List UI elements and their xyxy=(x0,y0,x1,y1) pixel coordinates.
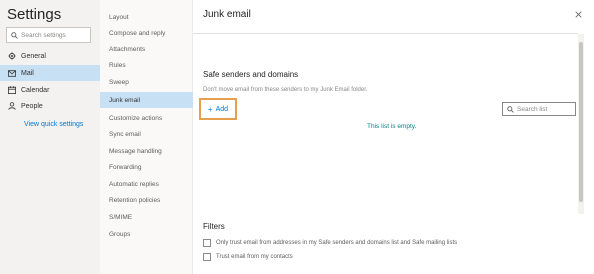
submenu-item-layout[interactable]: Layout xyxy=(100,9,193,25)
calendar-icon xyxy=(8,86,16,94)
search-list-box[interactable] xyxy=(502,102,576,116)
submenu-item-automatic-replies[interactable]: Automatic replies xyxy=(100,176,193,192)
search-icon xyxy=(507,105,514,113)
nav-item-people[interactable]: People xyxy=(0,98,100,114)
gear-icon xyxy=(8,52,16,60)
filter-option-label: Only trust email from addresses in my Sa… xyxy=(216,240,458,246)
mail-settings-submenu: Layout Compose and reply Attachments Rul… xyxy=(100,0,193,274)
submenu-item-message-handling[interactable]: Message handling xyxy=(100,143,193,159)
pane-scrollbar[interactable] xyxy=(578,34,584,214)
checkbox[interactable] xyxy=(203,239,211,247)
plus-icon: + xyxy=(207,104,213,114)
submenu-item-sweep[interactable]: Sweep xyxy=(100,74,193,90)
header-divider xyxy=(193,33,578,34)
add-button-label: Add xyxy=(215,105,229,113)
scrollbar-thumb[interactable] xyxy=(579,42,583,202)
filters-title: Filters xyxy=(203,222,225,231)
nav-item-label: People xyxy=(21,102,43,110)
filter-option-trust-contacts[interactable]: Trust email from my contacts xyxy=(203,251,583,263)
submenu-item-groups[interactable]: Groups xyxy=(100,226,193,242)
filter-option-trust-safe-lists[interactable]: Only trust email from addresses in my Sa… xyxy=(203,237,583,249)
settings-nav-pane: Settings General Mail xyxy=(0,0,100,274)
submenu-item-rules[interactable]: Rules xyxy=(100,57,193,73)
junk-email-settings-pane: Junk email Safe senders and domains Don'… xyxy=(193,0,594,274)
nav-item-label: General xyxy=(21,52,46,60)
nav-item-calendar[interactable]: Calendar xyxy=(0,82,100,98)
submenu-item-customize-actions[interactable]: Customize actions xyxy=(100,110,193,126)
checkbox[interactable] xyxy=(203,253,211,261)
mail-icon xyxy=(8,69,16,77)
search-list-input[interactable] xyxy=(517,105,575,113)
nav-item-mail[interactable]: Mail xyxy=(0,65,100,81)
submenu-item-retention-policies[interactable]: Retention policies xyxy=(100,192,193,208)
people-icon xyxy=(8,102,16,110)
settings-title: Settings xyxy=(7,6,62,23)
settings-search-input[interactable] xyxy=(21,31,89,39)
page-title: Junk email xyxy=(203,9,251,20)
view-quick-settings-link[interactable]: View quick settings xyxy=(24,121,83,128)
submenu-item-junk-email[interactable]: Junk email xyxy=(100,92,193,108)
close-button[interactable] xyxy=(572,8,584,20)
nav-item-label: Mail xyxy=(21,69,34,77)
submenu-item-attachments[interactable]: Attachments xyxy=(100,41,193,57)
search-icon xyxy=(11,31,18,39)
nav-item-label: Calendar xyxy=(21,86,50,94)
submenu-item-sync-email[interactable]: Sync email xyxy=(100,126,193,142)
empty-list-message: This list is empty. xyxy=(367,123,417,130)
filter-option-label: Trust email from my contacts xyxy=(216,254,293,260)
add-safe-sender-button[interactable]: + Add xyxy=(199,98,237,120)
submenu-item-smime[interactable]: S/MIME xyxy=(100,209,193,225)
submenu-item-forwarding[interactable]: Forwarding xyxy=(100,159,193,175)
safe-senders-title: Safe senders and domains xyxy=(203,70,299,79)
nav-item-general[interactable]: General xyxy=(0,48,100,64)
submenu-item-compose-and-reply[interactable]: Compose and reply xyxy=(100,25,193,41)
close-icon xyxy=(574,10,582,18)
safe-senders-description: Don't move email from these senders to m… xyxy=(203,87,368,93)
settings-search-box[interactable] xyxy=(6,27,91,43)
